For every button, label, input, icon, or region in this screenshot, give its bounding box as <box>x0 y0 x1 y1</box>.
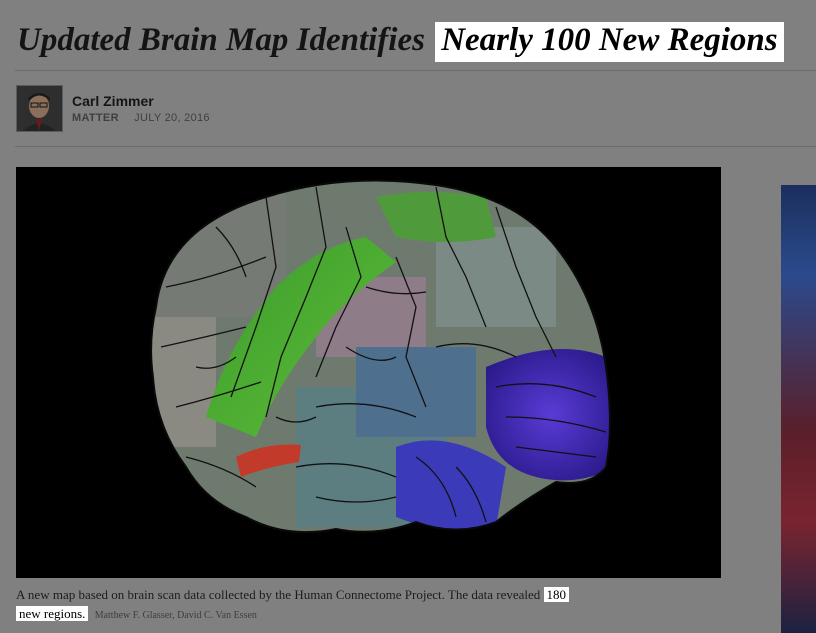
section-label[interactable]: MATTER <box>72 112 119 124</box>
image-caption: A new map based on brain scan data colle… <box>16 585 656 625</box>
header-divider <box>15 70 816 71</box>
article-page: Updated Brain Map Identifies Nearly 100 … <box>0 0 816 633</box>
byline-divider <box>15 146 816 147</box>
author-avatar[interactable] <box>16 85 63 132</box>
caption-text: A new map based on brain scan data colle… <box>16 587 541 602</box>
headline: Updated Brain Map Identifies Nearly 100 … <box>17 18 807 66</box>
brain-map-image[interactable] <box>16 167 721 578</box>
headline-highlight[interactable]: Nearly 100 New Regions <box>435 22 784 62</box>
caption-highlight-180[interactable]: 180 <box>543 587 570 602</box>
author-name[interactable]: Carl Zimmer <box>72 93 154 109</box>
side-advertisement[interactable] <box>781 185 816 633</box>
byline-meta: MATTER JULY 20, 2016 <box>72 112 210 124</box>
caption-highlight-new-regions[interactable]: new regions. <box>16 606 89 621</box>
headline-text: Updated Brain Map Identifies <box>17 22 425 58</box>
photo-credit: Matthew F. Glasser, David C. Van Essen <box>94 610 257 621</box>
publish-date: JULY 20, 2016 <box>134 112 210 124</box>
